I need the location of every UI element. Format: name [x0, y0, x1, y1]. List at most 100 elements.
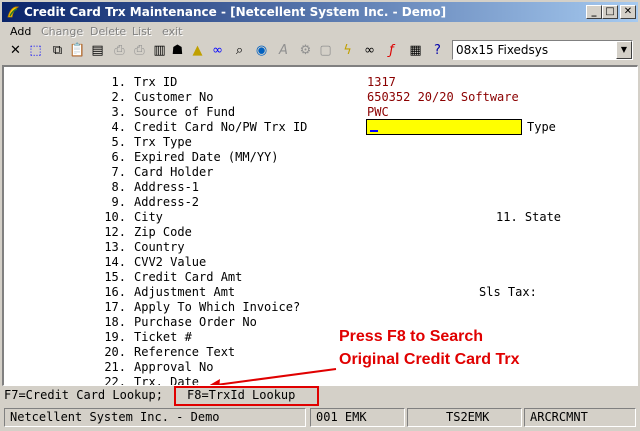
field-label: Trx. Date: [134, 375, 200, 386]
field-label: Zip Code: [134, 225, 192, 239]
credit-card-no-input[interactable]: [366, 119, 522, 135]
status-terminal: TS2EMK: [407, 408, 522, 427]
menu-exit[interactable]: exit: [162, 25, 182, 38]
field-row: 6. Expired Date (MM/YY): [4, 150, 637, 165]
field-number: 1.: [111, 75, 126, 89]
calculator-icon[interactable]: ▦: [406, 41, 425, 60]
f7-credit-card-lookup[interactable]: F7=Credit Card Lookup;: [4, 387, 163, 403]
globe-icon[interactable]: ◉: [252, 41, 271, 60]
field-number: 10.: [104, 210, 126, 224]
field-label: Address-2: [134, 195, 200, 209]
field-row: 17. Apply To Which Invoice?: [4, 300, 637, 315]
chevron-down-icon[interactable]: ▼: [616, 41, 632, 59]
document-icon[interactable]: ▢: [316, 41, 335, 60]
field-value[interactable]: 650352 20/20 Software: [367, 90, 519, 105]
field-value[interactable]: PWC: [367, 105, 389, 120]
letter-a-icon[interactable]: A: [274, 41, 293, 60]
title-bar[interactable]: Credit Card Trx Maintenance - [Netcellen…: [2, 2, 638, 22]
annotation-line-2: Original Credit Card Trx: [339, 351, 520, 368]
font-select[interactable]: 08x15 Fixedsys ▼: [452, 40, 633, 60]
lightning-icon[interactable]: ϟ: [338, 41, 357, 60]
function-key-bar: F7=Credit Card Lookup; F8=TrxId Lookup: [2, 387, 638, 405]
field-row: 8. Address-1: [4, 180, 637, 195]
type-label: Type: [527, 120, 556, 134]
field-number: 19.: [104, 330, 126, 344]
menu-add[interactable]: Add: [10, 25, 31, 38]
paste-icon[interactable]: 📋: [68, 41, 87, 60]
field-number: 14.: [104, 255, 126, 269]
field-label: Expired Date (MM/YY): [134, 150, 279, 164]
terminal-screen[interactable]: 1. Trx ID 1317 2. Customer No 650352 20/20 So…: [2, 65, 638, 386]
field-number: 22.: [104, 375, 126, 386]
status-bar: Netcellent System Inc. - Demo 001 EMK TS…: [2, 406, 638, 428]
binoculars-icon[interactable]: ∞: [208, 41, 227, 60]
field-number: 7.: [111, 165, 126, 179]
field-number: 8.: [111, 180, 126, 194]
field-row: 18. Purchase Order No: [4, 315, 637, 330]
toolbar: ✕ ⬚ ⧉ 📋 ▤ ⎙ ⎙ ▥ ☗ ▲ ∞ ⌕ ◉ A ⚙ ▢ ϟ ∞ ƒ ▦ …: [2, 40, 638, 62]
field-number: 3.: [111, 105, 126, 119]
maximize-button[interactable]: □: [602, 5, 618, 19]
close-button[interactable]: ✕: [620, 5, 636, 19]
field-row: 5. Trx Type: [4, 135, 637, 150]
annotation-arrow: [209, 368, 337, 385]
field-row: 7. Card Holder: [4, 165, 637, 180]
menu-delete[interactable]: Delete: [90, 25, 126, 38]
field-number: 16.: [104, 285, 126, 299]
font-select-value: 08x15 Fixedsys: [456, 43, 549, 57]
field-number: 21.: [104, 360, 126, 374]
window-title: Credit Card Trx Maintenance - [Netcellen…: [24, 5, 447, 19]
field-row: 2. Customer No 650352 20/20 Software: [4, 90, 637, 105]
field-number: 13.: [104, 240, 126, 254]
field-label: Approval No: [134, 360, 214, 374]
notes-icon[interactable]: ▥: [150, 41, 169, 60]
clipboard-icon[interactable]: ▤: [88, 41, 107, 60]
field-label: Customer No: [134, 90, 214, 104]
field-number: 5.: [111, 135, 126, 149]
printer-setup-icon[interactable]: ⎙: [130, 41, 149, 60]
field-label: Address-1: [134, 180, 200, 194]
field-label: Trx Type: [134, 135, 192, 149]
state-label: 11. State: [496, 210, 562, 224]
field-label: Source of Fund: [134, 105, 236, 119]
field-row: 20. Reference Text: [4, 345, 637, 360]
field-number: 18.: [104, 315, 126, 329]
field-row: 1. Trx ID 1317: [4, 75, 637, 90]
field-row: 3. Source of Fund PWC: [4, 105, 637, 120]
link-icon[interactable]: ∞: [360, 41, 379, 60]
field-row: 14. CVV2 Value: [4, 255, 637, 270]
field-row: 15. Credit Card Amt: [4, 270, 637, 285]
f8-highlight-box: [174, 386, 319, 406]
print-icon[interactable]: ⎙: [110, 41, 129, 60]
field-label: Ticket #: [134, 330, 192, 344]
help-pointer-icon[interactable]: ?: [428, 41, 447, 60]
search-icon[interactable]: ⌕: [230, 41, 249, 60]
status-program: ARCRCMNT: [524, 408, 636, 427]
user-lock-icon[interactable]: ☗: [168, 41, 187, 60]
annotation-line-1: Press F8 to Search: [339, 328, 484, 345]
select-icon[interactable]: ⬚: [26, 41, 45, 60]
field-label: Trx ID: [134, 75, 178, 89]
close-x-icon[interactable]: ✕: [6, 41, 25, 60]
field-number: 15.: [104, 270, 126, 284]
minimize-button[interactable]: _: [586, 5, 602, 19]
text-cursor: [370, 130, 378, 132]
field-row: 12. Zip Code: [4, 225, 637, 240]
field-label: Reference Text: [134, 345, 236, 359]
gear-icon[interactable]: ⚙: [296, 41, 315, 60]
field-label: Adjustment Amt: [134, 285, 236, 299]
menu-bar: Add Change Delete List exit: [2, 23, 638, 41]
menu-change[interactable]: Change: [41, 25, 83, 38]
function-icon[interactable]: ƒ: [382, 41, 401, 60]
menu-list[interactable]: List: [132, 25, 151, 38]
field-number: 2.: [111, 90, 126, 104]
status-company: Netcellent System Inc. - Demo: [4, 408, 306, 427]
field-number: 12.: [104, 225, 126, 239]
field-label: Credit Card Amt: [134, 270, 243, 284]
field-label: CVV2 Value: [134, 255, 207, 269]
warning-icon[interactable]: ▲: [188, 41, 207, 60]
field-label: Credit Card No/PW Trx ID: [134, 120, 308, 134]
copy-icon[interactable]: ⧉: [48, 41, 67, 60]
field-value[interactable]: 1317: [367, 75, 396, 90]
field-row: 16. Adjustment Amt: [4, 285, 637, 300]
